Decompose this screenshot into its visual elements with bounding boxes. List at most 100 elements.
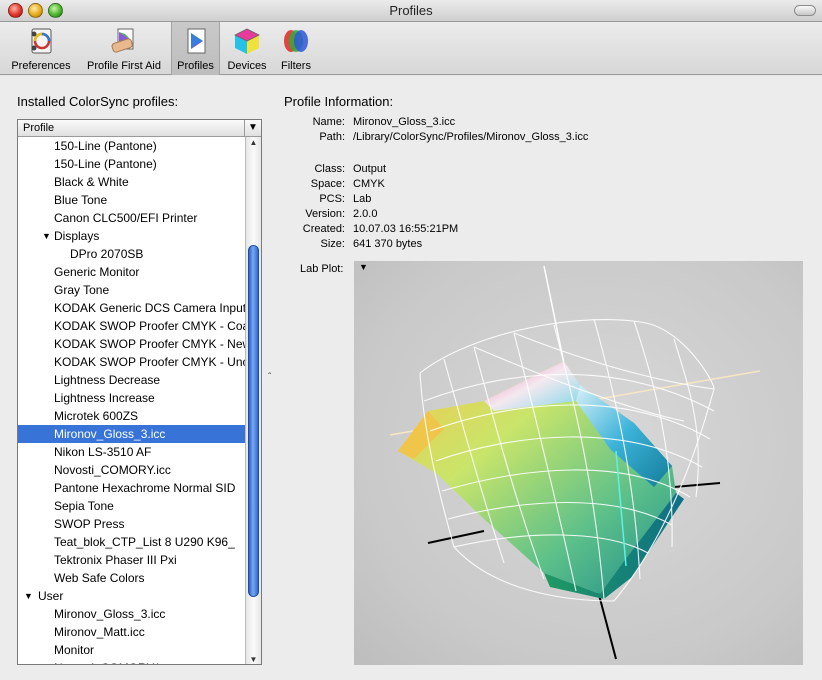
toolbar-devices-label: Devices xyxy=(227,60,267,72)
list-item-label: Displays xyxy=(54,229,100,243)
toolbar-toggle-button[interactable] xyxy=(794,5,816,16)
list-item-label: Web Safe Colors xyxy=(54,571,145,585)
list-item-label: Monitor xyxy=(54,643,95,657)
list-item[interactable]: Canon CLC500/EFI Printer xyxy=(18,209,245,227)
profile-column-header[interactable]: Profile ▼ xyxy=(18,120,261,137)
list-item[interactable]: Gray Tone xyxy=(18,281,245,299)
list-item[interactable]: Tektronix Phaser III Pxi xyxy=(18,551,245,569)
lab-gamut-plot xyxy=(389,265,761,660)
profile-list[interactable]: 150-Line (Pantone) 150-Line (Pantone) Blac… xyxy=(18,137,245,664)
list-item-label: Generic Monitor xyxy=(54,265,140,279)
name-label: Name: xyxy=(312,116,345,128)
list-item[interactable]: 150-Line (Pantone) xyxy=(18,155,245,173)
toolbar: Preferences Profile First Aid Profiles D… xyxy=(0,22,822,75)
list-item[interactable]: Mironov_Gloss_3.icc xyxy=(18,425,245,443)
profile-column-label: Profile xyxy=(23,122,55,134)
list-item[interactable]: Lightness Decrease xyxy=(18,371,245,389)
disclosure-triangle-icon[interactable]: ▼ xyxy=(42,227,51,245)
split-view-handle[interactable]: ˆ xyxy=(268,372,271,383)
list-item-label: KODAK SWOP Proofer CMYK - Uncoated xyxy=(54,355,245,369)
list-item[interactable]: Mironov_Matt.icc xyxy=(18,623,245,641)
list-item[interactable]: Pantone Hexachrome Normal SID xyxy=(18,479,245,497)
list-item[interactable]: Teat_blok_CTP_List 8 U290 K96_ xyxy=(18,533,245,551)
list-item[interactable]: KODAK SWOP Proofer CMYK - Coated xyxy=(18,317,245,335)
title-bar: Profiles xyxy=(0,0,822,22)
list-item[interactable]: Lightness Increase xyxy=(18,389,245,407)
list-item-label: Lightness Decrease xyxy=(54,373,161,387)
devices-icon xyxy=(234,28,260,54)
list-item-label: Novosti_COMORY.icc xyxy=(54,463,171,477)
disclosure-triangle-icon[interactable]: ▼ xyxy=(24,587,33,605)
list-item-label: KODAK SWOP Proofer CMYK - Coated xyxy=(54,319,245,333)
list-item[interactable]: Novosti_COMORY.icc xyxy=(18,461,245,479)
list-item[interactable]: KODAK SWOP Proofer CMYK - Uncoated xyxy=(18,353,245,371)
lab-plot-view[interactable] xyxy=(354,261,803,665)
class-label: Class: xyxy=(314,163,345,175)
list-item[interactable]: Mironov_Gloss_3.icc xyxy=(18,605,245,623)
pcs-value: Lab xyxy=(353,193,372,205)
pcs-label: PCS: xyxy=(319,193,345,205)
scroll-thumb[interactable] xyxy=(248,245,259,597)
list-item[interactable]: Blue Tone xyxy=(18,191,245,209)
list-item[interactable]: Web Safe Colors xyxy=(18,569,245,587)
toolbar-filters[interactable]: Filters xyxy=(274,22,318,75)
list-group-row[interactable]: ▼ Displays xyxy=(18,227,245,245)
list-item-label: KODAK Generic DCS Camera Input xyxy=(54,301,245,315)
list-item[interactable]: KODAK SWOP Proofer CMYK - Newsprint xyxy=(18,335,245,353)
toolbar-filters-label: Filters xyxy=(281,60,311,72)
profile-browser[interactable]: Profile ▼ 150-Line (Pantone) 150-Line (Pa… xyxy=(17,119,262,665)
toolbar-profile-first-aid[interactable]: Profile First Aid xyxy=(80,22,168,75)
list-item-label: Mironov_Gloss_3.icc xyxy=(54,607,166,621)
list-group-row[interactable]: ▼ User xyxy=(18,587,245,605)
list-item-label: Pantone Hexachrome Normal SID xyxy=(54,481,236,495)
created-label: Created: xyxy=(302,223,345,235)
version-label: Version: xyxy=(305,208,345,220)
toolbar-devices[interactable]: Devices xyxy=(223,22,271,75)
list-item[interactable]: Black & White xyxy=(18,173,245,191)
class-value: Output xyxy=(353,163,387,175)
profiles-icon xyxy=(187,28,205,54)
path-value: /Library/ColorSync/Profiles/Mironov_Glos… xyxy=(353,131,589,143)
name-value: Mironov_Gloss_3.icc xyxy=(353,116,456,128)
list-item-label: Canon CLC500/EFI Printer xyxy=(54,211,198,225)
list-item[interactable]: SWOP Press xyxy=(18,515,245,533)
list-item-label: Mironov_Gloss_3.icc xyxy=(54,427,166,441)
toolbar-preferences-label: Preferences xyxy=(11,60,71,72)
list-item-label: 150-Line (Pantone) xyxy=(54,139,157,153)
list-item-label: Teat_blok_CTP_List 8 U290 K96_ xyxy=(54,535,235,549)
list-item[interactable]: DPro 2070SB xyxy=(18,245,245,263)
list-item[interactable]: Sepia Tone xyxy=(18,497,245,515)
list-item[interactable]: Nikon LS-3510 AF xyxy=(18,443,245,461)
list-item[interactable]: 150-Line (Pantone) xyxy=(18,137,245,155)
list-item-label: Blue Tone xyxy=(54,193,108,207)
list-item-label: Sepia Tone xyxy=(54,499,114,513)
list-item[interactable]: Generic Monitor xyxy=(18,263,245,281)
list-item-label: DPro 2070SB xyxy=(70,247,144,261)
list-item-label: Lightness Increase xyxy=(54,391,155,405)
list-item[interactable]: Microtek 600ZS xyxy=(18,407,245,425)
toolbar-profiles[interactable]: Profiles xyxy=(171,22,220,75)
toolbar-preferences[interactable]: Preferences xyxy=(6,22,76,75)
plot-options-disclosure-icon[interactable]: ▼ xyxy=(359,262,368,272)
list-item[interactable]: Novosti_COMORY.icc xyxy=(18,659,245,664)
list-item-label: Black & White xyxy=(54,175,129,189)
toolbar-profiles-label: Profiles xyxy=(177,60,214,72)
list-item-label: Nikon LS-3510 AF xyxy=(54,445,152,459)
list-item-label: Microtek 600ZS xyxy=(54,409,139,423)
list-item-label: Tektronix Phaser III Pxi xyxy=(54,553,177,567)
list-item-label: Novosti_COMORY.icc xyxy=(54,659,171,664)
size-label: Size: xyxy=(320,238,345,250)
lab-plot-label: Lab Plot: xyxy=(300,263,344,275)
installed-profiles-heading: Installed ColorSync profiles: xyxy=(17,94,179,109)
list-item[interactable]: Monitor xyxy=(18,641,245,659)
first-aid-icon xyxy=(111,28,134,53)
filters-icon xyxy=(284,30,308,52)
space-value: CMYK xyxy=(353,178,385,190)
list-item-label: User xyxy=(38,589,64,603)
scroll-down-arrow-icon[interactable]: ▼ xyxy=(246,655,261,664)
version-value: 2.0.0 xyxy=(353,208,378,220)
list-item-label: 150-Line (Pantone) xyxy=(54,157,157,171)
created-value: 10.07.03 16:55:21PM xyxy=(353,223,459,235)
list-item[interactable]: KODAK Generic DCS Camera Input xyxy=(18,299,245,317)
list-item-label: SWOP Press xyxy=(54,517,125,531)
